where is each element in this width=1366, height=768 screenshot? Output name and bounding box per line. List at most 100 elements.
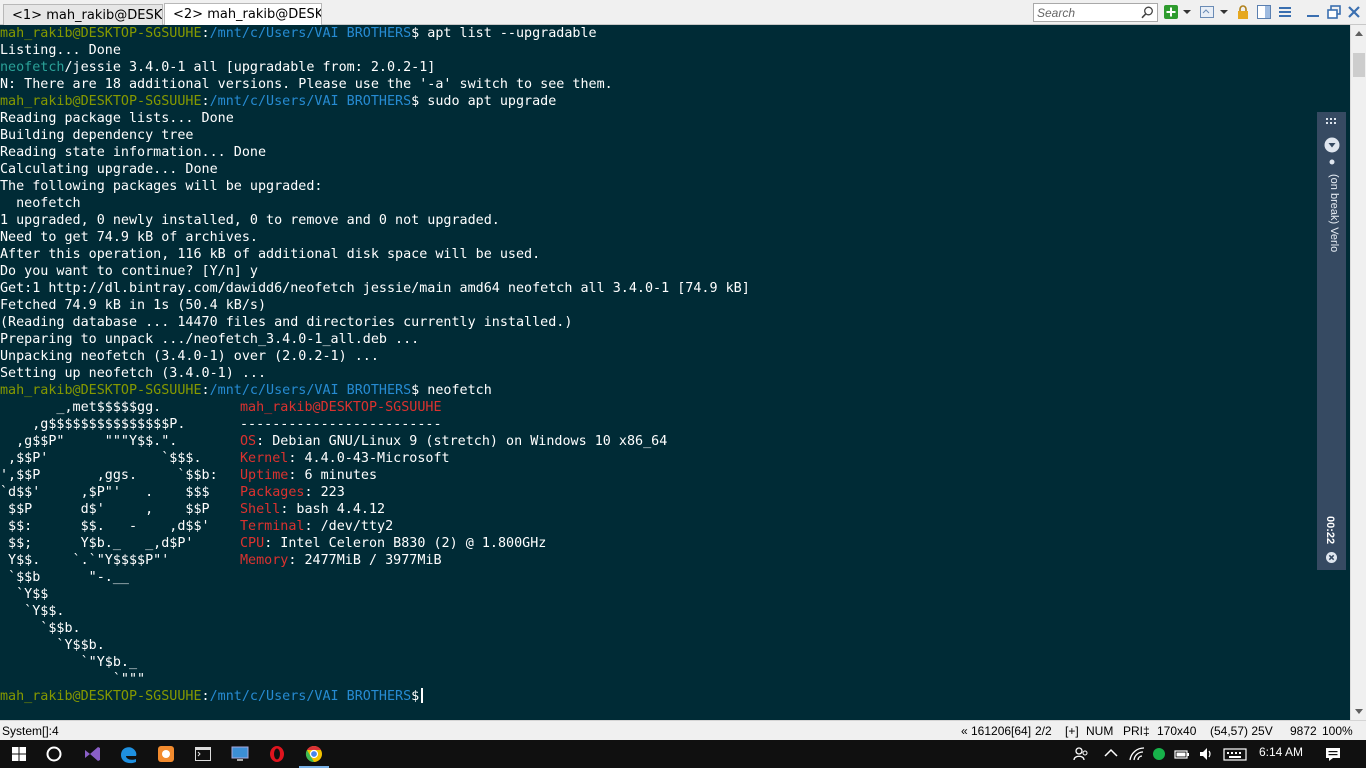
logo-line: `Y$$.: [0, 604, 65, 619]
prompt-separator: :: [201, 26, 210, 41]
info-key: Uptime: [240, 468, 289, 483]
output-line: 1 upgraded, 0 newly installed, 0 to remo…: [0, 213, 500, 228]
output-line: After this operation, 116 kB of addition…: [0, 247, 541, 262]
status-bar: System[]:4 « 161206[64] 2/2 [+] NUM PRI‡…: [0, 720, 1366, 740]
search-box[interactable]: [1033, 3, 1158, 22]
prompt-line[interactable]: mah_rakib@DESKTOP-SGSUUHE:/mnt/c/Users/V…: [0, 688, 424, 705]
info-value: : 6 minutes: [288, 468, 378, 483]
new-console-icon[interactable]: [1163, 4, 1179, 20]
output-line: Get:1 http://dl.bintray.com/dawidd6/neof…: [0, 281, 750, 296]
prompt-user: mah_rakib@DESKTOP-SGSUUHE: [0, 689, 202, 704]
break-timer-widget[interactable]: (on break) Verlo 00:22: [1317, 112, 1346, 570]
lock-icon[interactable]: [1235, 4, 1251, 20]
package-name: neofetch: [0, 60, 65, 75]
drag-handle-icon[interactable]: [1326, 118, 1337, 126]
output-line: (Reading database ... 14470 files and di…: [0, 315, 573, 330]
text-cursor: [421, 688, 424, 703]
prompt-symbol: $: [411, 26, 420, 41]
logo-line: _,met$$$$$gg.: [0, 400, 162, 415]
chevron-down-icon[interactable]: [1182, 4, 1192, 20]
terminal-output[interactable]: mah_rakib@DESKTOP-SGSUUHE:/mnt/c/Users/V…: [0, 25, 1350, 720]
info-value: : /dev/tty2: [304, 519, 394, 534]
prompt-user: mah_rakib@DESKTOP-SGSUUHE: [0, 26, 202, 41]
chevron-up-icon[interactable]: [1102, 745, 1120, 763]
status-priority: PRI‡: [1123, 724, 1150, 738]
logo-line: `"Y$b._: [0, 655, 138, 670]
prompt-user: mah_rakib@DESKTOP-SGSUUHE: [0, 94, 202, 109]
output-line: Do you want to continue? [Y/n] y: [0, 264, 258, 279]
expand-circle-icon[interactable]: [1324, 137, 1340, 153]
console-view-icon[interactable]: [1199, 4, 1215, 20]
search-input[interactable]: [1037, 5, 1137, 21]
prompt-symbol: $: [411, 94, 420, 109]
prompt-line: mah_rakib@DESKTOP-SGSUUHE:/mnt/c/Users/V…: [0, 382, 492, 399]
edge-browser-icon[interactable]: [111, 740, 147, 768]
battery-icon[interactable]: [1173, 745, 1191, 763]
status-green-icon[interactable]: [1150, 745, 1168, 763]
info-terminal: Terminal: /dev/tty2: [240, 518, 393, 535]
info-key: Shell: [240, 502, 281, 517]
prompt-path: /mnt/c/Users/VAI BROTHERS: [209, 94, 412, 109]
info-value: : 223: [304, 485, 345, 500]
status-page: 2/2: [1035, 724, 1052, 738]
status-cursor-coord: (54,57) 25V: [1210, 724, 1273, 738]
wifi-icon[interactable]: [1128, 745, 1146, 763]
tab-console-2[interactable]: <2> mah_rakib@DESKT...: [164, 3, 322, 25]
opera-browser-icon[interactable]: [259, 740, 295, 768]
action-center-icon[interactable]: [1324, 745, 1342, 763]
keyboard-icon[interactable]: [1223, 745, 1247, 763]
status-dot-icon: [1329, 159, 1335, 165]
info-value: : 4.4.0-43-Microsoft: [288, 451, 450, 466]
tab-console-1[interactable]: <1> mah_rakib@DESKT...: [3, 4, 163, 25]
console-app-icon[interactable]: [185, 740, 221, 768]
output-line: Unpacking neofetch (3.4.0-1) over (2.0.2…: [0, 349, 379, 364]
status-console-size: 170x40: [1157, 724, 1197, 738]
minimize-icon[interactable]: [1305, 4, 1321, 20]
info-value: : Debian GNU/Linux 9 (stretch) on Window…: [256, 434, 668, 449]
split-view-icon[interactable]: [1256, 4, 1272, 20]
command-text: apt list --upgradable: [419, 26, 597, 41]
status-numlock: NUM: [1086, 724, 1114, 738]
computer-app-icon[interactable]: [222, 740, 258, 768]
prompt-user: mah_rakib@DESKTOP-SGSUUHE: [0, 383, 202, 398]
logo-line: `Y$$: [0, 587, 49, 602]
taskbar: 6:14 AM: [0, 740, 1366, 768]
output-line: N: There are 18 additional versions. Ple…: [0, 77, 613, 92]
info-title: mah_rakib@DESKTOP-SGSUUHE: [240, 400, 442, 415]
tab-bar: <1> mah_rakib@DESKT... <2> mah_rakib@DES…: [0, 0, 1366, 25]
close-icon[interactable]: [1326, 552, 1337, 563]
windows-start-icon[interactable]: [1, 740, 37, 768]
output-line: The following packages will be upgraded:: [0, 179, 323, 194]
info-value: : 2477MiB / 3977MiB: [288, 553, 442, 568]
volume-icon[interactable]: [1197, 745, 1215, 763]
chrome-browser-icon[interactable]: [296, 740, 332, 768]
info-shell: Shell: bash 4.4.12: [240, 501, 385, 518]
command-text: neofetch: [419, 383, 492, 398]
taskbar-clock[interactable]: 6:14 AM: [1259, 745, 1303, 759]
info-value: : Intel Celeron B830 (2) @ 1.800GHz: [264, 536, 547, 551]
output-line: Building dependency tree: [0, 128, 194, 143]
info-cpu: CPU: Intel Celeron B830 (2) @ 1.800GHz: [240, 535, 546, 552]
output-line: Calculating upgrade... Done: [0, 162, 218, 177]
logo-line: `d$$' ,$P"' . $$$: [0, 485, 210, 500]
search-icon[interactable]: [1141, 6, 1154, 19]
scroll-up-arrow-icon[interactable]: [1355, 31, 1363, 36]
chevron-down-icon[interactable]: [1219, 4, 1229, 20]
command-text: sudo apt upgrade: [419, 94, 557, 109]
scroll-down-arrow-icon[interactable]: [1355, 709, 1363, 714]
status-zoom: 100%: [1322, 724, 1353, 738]
logo-line: ,g$$$$$$$$$$$$$$$P.: [0, 417, 186, 432]
prompt-symbol: $: [411, 689, 420, 704]
visual-studio-icon[interactable]: [74, 740, 110, 768]
info-key: Kernel: [240, 451, 289, 466]
menu-icon[interactable]: [1277, 4, 1293, 20]
close-icon[interactable]: [1346, 4, 1362, 20]
scrollbar-thumb[interactable]: [1353, 53, 1365, 77]
people-icon[interactable]: [1072, 745, 1090, 763]
store-app-icon[interactable]: [148, 740, 184, 768]
info-key: CPU: [240, 536, 265, 551]
vertical-scrollbar[interactable]: [1350, 25, 1366, 720]
restore-icon[interactable]: [1326, 4, 1342, 20]
prompt-path: /mnt/c/Users/VAI BROTHERS: [209, 26, 412, 41]
cortana-icon[interactable]: [36, 740, 72, 768]
